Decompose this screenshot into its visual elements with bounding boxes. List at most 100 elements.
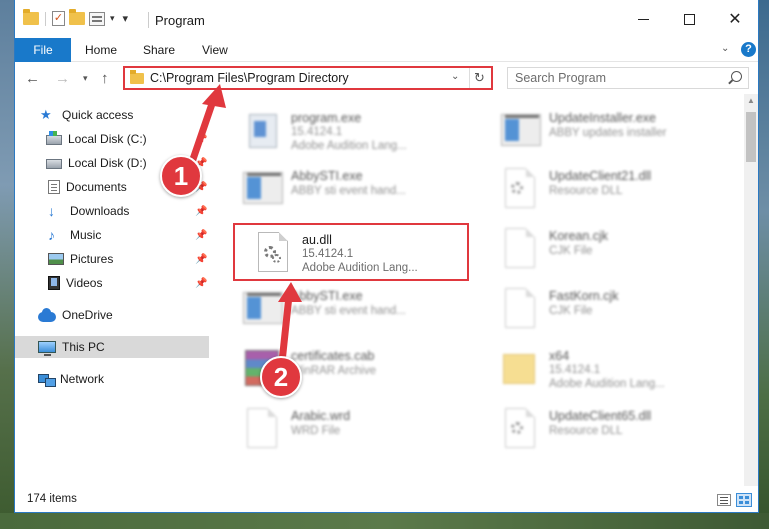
sidebar-item-label: Pictures — [70, 252, 114, 266]
new-folder-icon[interactable] — [69, 9, 85, 25]
address-bar[interactable]: C:\Program Files\Program Directory ⌄ ↻ — [123, 66, 493, 90]
recent-locations-icon[interactable]: ▾ — [83, 73, 88, 84]
file-description: Resource DLL — [549, 185, 623, 197]
item-count: 174 items — [27, 493, 77, 505]
refresh-icon[interactable]: ↻ — [469, 68, 489, 88]
address-path[interactable]: C:\Program Files\Program Directory — [150, 71, 349, 85]
file-item-fastkorn-cjk[interactable]: FastKorn.cjk CJK File — [495, 280, 725, 336]
document-icon — [48, 180, 60, 194]
ribbon-tabs: File Home Share View ⌄ ? — [15, 38, 758, 62]
folder-icon — [501, 348, 541, 390]
sidebar-item-label: Documents — [66, 180, 127, 194]
details-view-icon[interactable] — [717, 494, 731, 506]
file-item-arabic-wrd[interactable]: Arabic.wrd WRD File — [237, 400, 467, 456]
address-history-icon[interactable]: ⌄ — [451, 71, 459, 82]
pin-icon[interactable]: 📌 — [195, 278, 207, 289]
file-description: Resource DLL — [549, 425, 623, 437]
sidebar-item-downloads[interactable]: ↓ Downloads 📌 — [15, 200, 209, 222]
app-icon — [243, 288, 283, 330]
expand-ribbon-icon[interactable]: ⌄ — [721, 43, 729, 54]
sidebar-item-this-pc[interactable]: This PC — [15, 336, 209, 358]
file-description: ABBY sti event hand... — [291, 305, 406, 317]
sidebar-item-music[interactable]: ♪ Music 📌 — [15, 224, 209, 246]
scroll-thumb[interactable] — [746, 112, 756, 162]
file-name: FastKorn.cjk — [549, 289, 619, 303]
forward-arrow-icon[interactable]: → — [55, 70, 70, 87]
sidebar-item-pictures[interactable]: Pictures 📌 — [15, 248, 209, 270]
computer-icon — [38, 341, 56, 356]
dll-icon — [501, 408, 541, 450]
tab-home[interactable]: Home — [85, 38, 117, 62]
file-item-program-exe[interactable]: program.exe 15.4124.1 Adobe Audition Lan… — [237, 102, 467, 158]
pin-icon[interactable]: 📌 — [195, 254, 207, 265]
sidebar-item-label: OneDrive — [62, 308, 113, 322]
chevron-down-icon[interactable]: ▾ — [110, 13, 115, 24]
search-input[interactable]: Search Program — [507, 67, 749, 89]
sidebar-item-label: Downloads — [70, 204, 130, 218]
properties-icon[interactable] — [89, 11, 105, 26]
file-icon — [501, 228, 541, 270]
title-separator — [148, 12, 149, 28]
tab-share[interactable]: Share — [143, 38, 175, 62]
up-arrow-icon[interactable]: ↑ — [101, 70, 109, 87]
file-name: certificates.cab — [291, 349, 375, 363]
search-icon[interactable] — [731, 71, 742, 82]
tab-view[interactable]: View — [202, 38, 228, 62]
sidebar-item-local-disk-c[interactable]: Local Disk (C:) 📌 — [15, 128, 209, 150]
callout-2: 2 — [260, 356, 302, 398]
file-item-updateclient21-dll[interactable]: UpdateClient21.dll Resource DLL — [495, 160, 725, 216]
tab-file[interactable]: File — [15, 38, 71, 62]
file-item-updateinstaller-exe[interactable]: UpdateInstaller.exe ABBY updates install… — [495, 102, 725, 158]
sidebar-item-label: Network — [60, 372, 105, 386]
sidebar-item-videos[interactable]: Videos 📌 — [15, 272, 209, 294]
cloud-icon — [38, 307, 56, 322]
minimize-button[interactable] — [620, 0, 666, 38]
quick-access-toolbar: ✓ ▾ ▾ — [23, 9, 129, 26]
pin-icon[interactable]: 📌 — [195, 134, 207, 145]
picture-icon — [48, 253, 64, 265]
file-item-korean-cjk[interactable]: Korean.cjk CJK File — [495, 220, 725, 276]
file-item-updateclient65-dll[interactable]: UpdateClient65.dll Resource DLL — [495, 400, 725, 456]
file-version: 15.4124.1 — [291, 126, 343, 138]
folder-icon — [23, 9, 39, 25]
properties-check-icon[interactable]: ✓ — [52, 11, 65, 26]
file-item-abbysti-exe-2[interactable]: AbbySTI.exe ABBY sti event hand... — [237, 280, 467, 336]
scroll-up-icon[interactable]: ▲ — [747, 96, 755, 105]
search-placeholder: Search Program — [515, 71, 607, 85]
file-name: UpdateInstaller.exe — [549, 111, 657, 125]
highlight-box-au-dll — [233, 223, 469, 281]
exe-icon — [243, 110, 283, 152]
file-description: Adobe Audition Lang... — [291, 140, 407, 152]
file-description: WRD File — [291, 425, 341, 437]
desktop-background-left — [0, 0, 14, 529]
navigation-pane: ★ Quick access Local Disk (C:) 📌 Local D… — [15, 94, 209, 486]
file-name: x64 — [549, 349, 570, 363]
file-icon — [501, 288, 541, 330]
file-item-abbysti-exe[interactable]: AbbySTI.exe ABBY sti event hand... — [237, 160, 467, 216]
help-icon[interactable]: ? — [741, 42, 756, 57]
sidebar-item-quick-access[interactable]: ★ Quick access — [15, 104, 209, 126]
sidebar-item-onedrive[interactable]: OneDrive — [15, 304, 209, 326]
close-button[interactable]: ✕ — [712, 0, 758, 38]
pin-icon[interactable]: 📌 — [195, 206, 207, 217]
minimize-icon — [637, 18, 649, 20]
file-name: AbbySTI.exe — [291, 169, 363, 183]
vertical-scrollbar[interactable]: ▲ — [744, 94, 758, 486]
close-icon: ✕ — [728, 11, 742, 28]
file-item-x64[interactable]: x64 15.4124.1 Adobe Audition Lang... — [495, 340, 725, 396]
title-bar[interactable]: ✓ ▾ ▾ Program ✕ — [15, 0, 758, 38]
sidebar-item-label: Quick access — [62, 108, 134, 122]
file-description: WinRAR Archive — [291, 365, 376, 377]
sidebar-item-network[interactable]: Network — [15, 368, 209, 390]
maximize-button[interactable] — [666, 0, 712, 38]
video-icon — [48, 276, 60, 290]
file-name: AbbySTI.exe — [291, 289, 363, 303]
tiles-view-icon[interactable] — [736, 493, 752, 507]
file-name: UpdateClient65.dll — [549, 409, 652, 423]
folder-icon — [130, 70, 144, 84]
file-description: ABBY updates installer — [549, 127, 667, 139]
back-arrow-icon[interactable]: ← — [25, 70, 40, 87]
network-icon — [38, 373, 56, 387]
pin-icon[interactable]: 📌 — [195, 230, 207, 241]
customize-toolbar-icon[interactable]: ▾ — [123, 12, 129, 25]
